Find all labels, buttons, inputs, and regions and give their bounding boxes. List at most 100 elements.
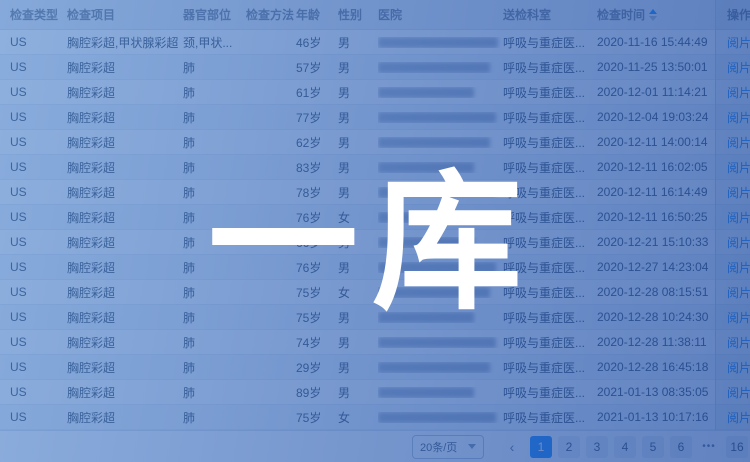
redacted-hospital-name (378, 312, 474, 323)
view-images-link[interactable]: 阅片 (727, 236, 750, 250)
cell-gender: 男 (338, 159, 378, 176)
view-images-link[interactable]: 阅片 (727, 136, 750, 150)
column-header-method: 检查方法 (246, 6, 296, 23)
table-row: US胸腔彩超肺75岁女呼吸与重症医...2021-01-13 10:17:16阅… (0, 405, 750, 430)
table-row: US胸腔彩超,甲状腺彩超颈,甲状...46岁男呼吸与重症医...2020-11-… (0, 30, 750, 55)
cell-type: US (10, 35, 67, 49)
cell-time: 2020-12-11 14:00:14 (597, 135, 715, 149)
cell-part: 肺 (183, 84, 246, 101)
cell-gender: 男 (338, 184, 378, 201)
table-row: US胸腔彩超肺76岁男呼吸与重症医...2020-12-27 14:23:04阅… (0, 255, 750, 280)
cell-action: 阅片 (715, 159, 750, 176)
cell-item: 胸腔彩超 (67, 159, 183, 176)
cell-hospital (378, 262, 503, 273)
view-images-link[interactable]: 阅片 (727, 311, 750, 325)
cell-dept: 呼吸与重症医... (503, 334, 597, 351)
view-images-link[interactable]: 阅片 (727, 161, 750, 175)
cell-type: US (10, 335, 67, 349)
cell-part: 肺 (183, 159, 246, 176)
cell-item: 胸腔彩超 (67, 84, 183, 101)
view-images-link[interactable]: 阅片 (727, 186, 750, 200)
redacted-hospital-name (378, 187, 496, 198)
redacted-hospital-name (378, 287, 490, 298)
redacted-hospital-name (378, 412, 496, 423)
cell-part: 肺 (183, 184, 246, 201)
cell-part: 肺 (183, 109, 246, 126)
prev-page-button[interactable]: ‹ (502, 436, 522, 458)
view-images-link[interactable]: 阅片 (727, 286, 750, 300)
cell-item: 胸腔彩超 (67, 209, 183, 226)
page-button-5[interactable]: 5 (642, 436, 664, 458)
page-number-list: 123456 ••• 16 (530, 436, 748, 458)
table-row: US胸腔彩超肺78岁男呼吸与重症医...2020-12-11 16:14:49阅… (0, 180, 750, 205)
cell-age: 83岁 (296, 159, 338, 176)
cell-type: US (10, 210, 67, 224)
cell-age: 76岁 (296, 259, 338, 276)
view-images-link[interactable]: 阅片 (727, 361, 750, 375)
cell-action: 阅片 (715, 309, 750, 326)
cell-part: 肺 (183, 59, 246, 76)
column-header-action: 操作 (715, 6, 750, 23)
cell-item: 胸腔彩超,甲状腺彩超 (67, 34, 183, 51)
cell-hospital (378, 387, 503, 398)
cell-time: 2020-12-28 08:15:51 (597, 285, 715, 299)
table-header-row: 检查类型检查项目器官部位检查方法年龄性别医院送检科室检查时间操作 (0, 0, 750, 30)
redacted-hospital-name (378, 62, 490, 73)
view-images-link[interactable]: 阅片 (727, 111, 750, 125)
cell-gender: 男 (338, 359, 378, 376)
cell-item: 胸腔彩超 (67, 409, 183, 426)
page-button-last[interactable]: 16 (726, 436, 748, 458)
cell-age: 29岁 (296, 359, 338, 376)
cell-age: 78岁 (296, 184, 338, 201)
page-button-4[interactable]: 4 (614, 436, 636, 458)
cell-action: 阅片 (715, 209, 750, 226)
cell-hospital (378, 312, 503, 323)
column-header-label: 器官部位 (183, 6, 231, 23)
cell-type: US (10, 60, 67, 74)
cell-hospital (378, 37, 503, 48)
cell-item: 胸腔彩超 (67, 134, 183, 151)
redacted-hospital-name (378, 137, 490, 148)
cell-dept: 呼吸与重症医... (503, 59, 597, 76)
cell-item: 胸腔彩超 (67, 359, 183, 376)
cell-time: 2020-12-28 11:38:11 (597, 335, 715, 349)
cell-type: US (10, 135, 67, 149)
cell-hospital (378, 112, 503, 123)
page-button-1[interactable]: 1 (530, 436, 552, 458)
column-header-hospital: 医院 (378, 6, 503, 23)
view-images-link[interactable]: 阅片 (727, 36, 750, 50)
cell-dept: 呼吸与重症医... (503, 309, 597, 326)
table-row: US胸腔彩超肺29岁男呼吸与重症医...2020-12-28 16:45:18阅… (0, 355, 750, 380)
view-images-link[interactable]: 阅片 (727, 211, 750, 225)
page-size-select[interactable]: 20条/页 (412, 435, 484, 459)
table-row: US胸腔彩超肺74岁男呼吸与重症医...2020-12-28 11:38:11阅… (0, 330, 750, 355)
page-button-3[interactable]: 3 (586, 436, 608, 458)
study-list-screen: 检查类型检查项目器官部位检查方法年龄性别医院送检科室检查时间操作 US胸腔彩超,… (0, 0, 750, 462)
column-header-age: 年龄 (296, 6, 338, 23)
page-button-2[interactable]: 2 (558, 436, 580, 458)
column-header-time[interactable]: 检查时间 (597, 6, 715, 23)
view-images-link[interactable]: 阅片 (727, 61, 750, 75)
column-header-label: 检查时间 (597, 6, 645, 23)
cell-item: 胸腔彩超 (67, 259, 183, 276)
cell-hospital (378, 237, 503, 248)
cell-item: 胸腔彩超 (67, 59, 183, 76)
view-images-link[interactable]: 阅片 (727, 411, 750, 425)
redacted-hospital-name (378, 337, 496, 348)
cell-time: 2020-12-21 15:10:33 (597, 235, 715, 249)
cell-action: 阅片 (715, 184, 750, 201)
page-button-6[interactable]: 6 (670, 436, 692, 458)
column-header-label: 检查项目 (67, 6, 115, 23)
sort-caret-icon[interactable] (649, 9, 657, 21)
view-images-link[interactable]: 阅片 (727, 86, 750, 100)
table-row: US胸腔彩超肺89岁男呼吸与重症医...2021-01-13 08:35:05阅… (0, 380, 750, 405)
column-header-label: 医院 (378, 6, 402, 23)
view-images-link[interactable]: 阅片 (727, 336, 750, 350)
cell-gender: 男 (338, 334, 378, 351)
redacted-hospital-name (378, 162, 474, 173)
column-header-label: 性别 (338, 6, 362, 23)
pagination-ellipsis[interactable]: ••• (698, 436, 720, 458)
view-images-link[interactable]: 阅片 (727, 261, 750, 275)
cell-time: 2020-12-11 16:50:25 (597, 210, 715, 224)
view-images-link[interactable]: 阅片 (727, 386, 750, 400)
